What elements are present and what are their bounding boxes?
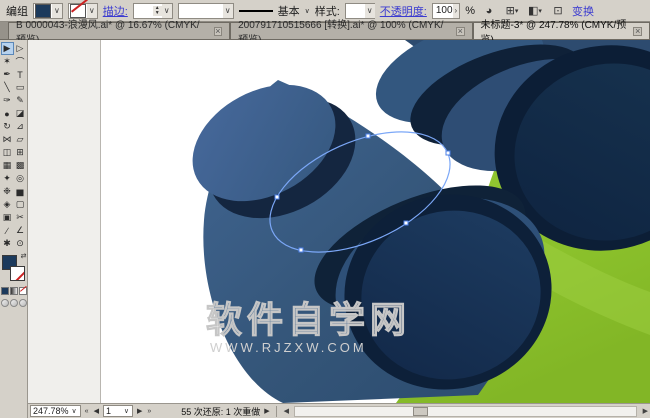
tool-pencil[interactable]: ✎ xyxy=(14,94,27,107)
scroll-right-icon[interactable]: ▶ xyxy=(641,407,650,415)
scroll-left-icon[interactable]: ◀ xyxy=(282,407,291,415)
undo-status-text: 55 次还原: 1 次重做 xyxy=(181,405,260,418)
tool-paintbrush[interactable]: ✑ xyxy=(1,94,14,107)
anchor-point[interactable] xyxy=(446,151,450,155)
chevron-down-icon[interactable]: ∨ xyxy=(305,7,310,15)
tool-direct-selection[interactable]: ▷ xyxy=(14,42,27,55)
tool-blend[interactable]: ◎ xyxy=(14,172,27,185)
paint-style-buttons xyxy=(0,287,27,295)
tab-document-2[interactable]: 200791710515666 [转换].ai* @ 100% (CMYK/预览… xyxy=(230,22,472,39)
watermark-title: 软件自学网 xyxy=(206,299,411,340)
tab-document-1[interactable]: B 0000043-浪漫风.ai* @ 16.67% (CMYK/预览) × xyxy=(8,22,230,39)
tool-symbol-sprayer[interactable]: ❉ xyxy=(1,185,14,198)
opacity-value: 100 xyxy=(436,5,453,16)
tool-line-segment[interactable]: ╲ xyxy=(1,81,14,94)
draw-inside-button[interactable] xyxy=(19,299,27,307)
anchor-point[interactable] xyxy=(366,134,370,138)
tool-measure[interactable]: ∠ xyxy=(14,224,27,237)
status-menu-arrow-icon[interactable]: ▶ xyxy=(263,407,270,415)
close-icon[interactable]: × xyxy=(633,27,642,36)
chevron-right-icon: › xyxy=(453,4,460,18)
last-artboard-button[interactable]: » xyxy=(146,408,152,415)
tool-blob-brush[interactable]: ● xyxy=(1,107,14,120)
tool-selection[interactable]: ▶ xyxy=(1,42,14,55)
close-icon[interactable]: × xyxy=(214,27,223,36)
chevron-down-icon: ∨ xyxy=(223,4,233,18)
tool-mesh[interactable]: ▦ xyxy=(1,159,14,172)
divider xyxy=(276,406,277,417)
first-artboard-button[interactable]: « xyxy=(84,408,90,415)
swap-fill-stroke-icon[interactable]: ⇄ xyxy=(21,252,27,260)
tool-type[interactable]: T xyxy=(14,68,27,81)
anchor-point[interactable] xyxy=(275,195,279,199)
tool-gradient[interactable]: ▩ xyxy=(14,159,27,172)
tool-slice[interactable]: ✂ xyxy=(14,211,27,224)
none-button[interactable] xyxy=(19,287,27,295)
zoom-level-combo[interactable]: 247.78% ∨ xyxy=(30,405,81,417)
tool-perspective-grid[interactable]: ⊞ xyxy=(14,146,27,159)
stroke-weight-stepper[interactable]: ▲▼ xyxy=(153,6,162,16)
illustrator-window: 编组 ∨ ∨ 描边: ▲▼ ∨ ∨ 基本 ∨ 样式: ∨ 不透明度: 100 xyxy=(0,0,650,418)
tool-width[interactable]: ⋈ xyxy=(1,133,14,146)
chevron-down-icon: ∨ xyxy=(123,407,130,415)
opacity-unit-label: % xyxy=(465,5,475,17)
tool-pen[interactable]: ✒ xyxy=(1,68,14,81)
tool-live-paint-selection[interactable]: ▢ xyxy=(14,198,27,211)
close-icon[interactable]: × xyxy=(456,27,465,36)
tool-scale[interactable]: ⊿ xyxy=(14,120,27,133)
tool-eyedropper[interactable]: ✦ xyxy=(1,172,14,185)
artboard-number-value: 1 xyxy=(106,406,121,416)
status-bar: 247.78% ∨ « ◀ 1 ∨ ▶ » 55 次还原: 1 次重做 ▶ ◀ … xyxy=(28,403,650,418)
stroke-color-box[interactable] xyxy=(10,266,25,281)
scrollbar-thumb[interactable] xyxy=(413,407,428,416)
document-tab-bar: B 0000043-浪漫风.ai* @ 16.67% (CMYK/预览) × 2… xyxy=(0,22,650,40)
tab-document-3-active[interactable]: 未标题-3* @ 247.78% (CMYK/预览) × xyxy=(473,22,650,39)
fill-stroke-indicator: ⇄ xyxy=(1,254,27,284)
tool-rectangle[interactable]: ▭ xyxy=(14,81,27,94)
tool-rotate[interactable]: ↻ xyxy=(1,120,14,133)
draw-mode-buttons xyxy=(0,299,27,307)
draw-normal-button[interactable] xyxy=(1,299,9,307)
next-artboard-button[interactable]: ▶ xyxy=(136,407,143,415)
anchor-point[interactable] xyxy=(299,248,303,252)
draw-behind-button[interactable] xyxy=(10,299,18,307)
tool-column-graph[interactable]: ▅ xyxy=(14,185,27,198)
tool-hand[interactable]: ✱ xyxy=(1,237,14,250)
tools-panel: ▶▷✶⌒✒T╲▭✑✎●◪↻⊿⋈▱◫⊞▦▩✦◎❉▅◈▢▣✂∕∠✱⊙ ⇄ xyxy=(0,40,28,418)
prev-artboard-button[interactable]: ◀ xyxy=(93,407,100,415)
artwork-svg: 软件自学网 WWW.RJZXW.COM xyxy=(28,40,650,403)
pasteboard-strip xyxy=(28,40,100,403)
horizontal-scrollbar[interactable] xyxy=(294,406,637,417)
tool-magic-wand[interactable]: ✶ xyxy=(1,55,14,68)
anchor-point[interactable] xyxy=(404,221,408,225)
tool-lasso[interactable]: ⌒ xyxy=(14,55,27,68)
tool-knife[interactable]: ∕ xyxy=(1,224,14,237)
tool-live-paint-bucket[interactable]: ◈ xyxy=(1,198,14,211)
tool-zoom[interactable]: ⊙ xyxy=(14,237,27,250)
chevron-down-icon: ∨ xyxy=(71,407,78,415)
tool-artboard[interactable]: ▣ xyxy=(1,211,14,224)
color-button[interactable] xyxy=(1,287,9,295)
artboard-number-combo[interactable]: 1 ∨ xyxy=(103,405,133,417)
tool-free-transform[interactable]: ▱ xyxy=(14,133,27,146)
tool-shape-builder[interactable]: ◫ xyxy=(1,146,14,159)
tool-eraser[interactable]: ◪ xyxy=(14,107,27,120)
zoom-level-value: 247.78% xyxy=(33,406,69,416)
tool-grid: ▶▷✶⌒✒T╲▭✑✎●◪↻⊿⋈▱◫⊞▦▩✦◎❉▅◈▢▣✂∕∠✱⊙ xyxy=(0,42,27,250)
gradient-button[interactable] xyxy=(10,287,18,295)
watermark-url: WWW.RJZXW.COM xyxy=(210,340,367,355)
brush-stroke-preview xyxy=(239,10,273,12)
canvas-area[interactable]: 软件自学网 WWW.RJZXW.COM xyxy=(28,40,650,403)
